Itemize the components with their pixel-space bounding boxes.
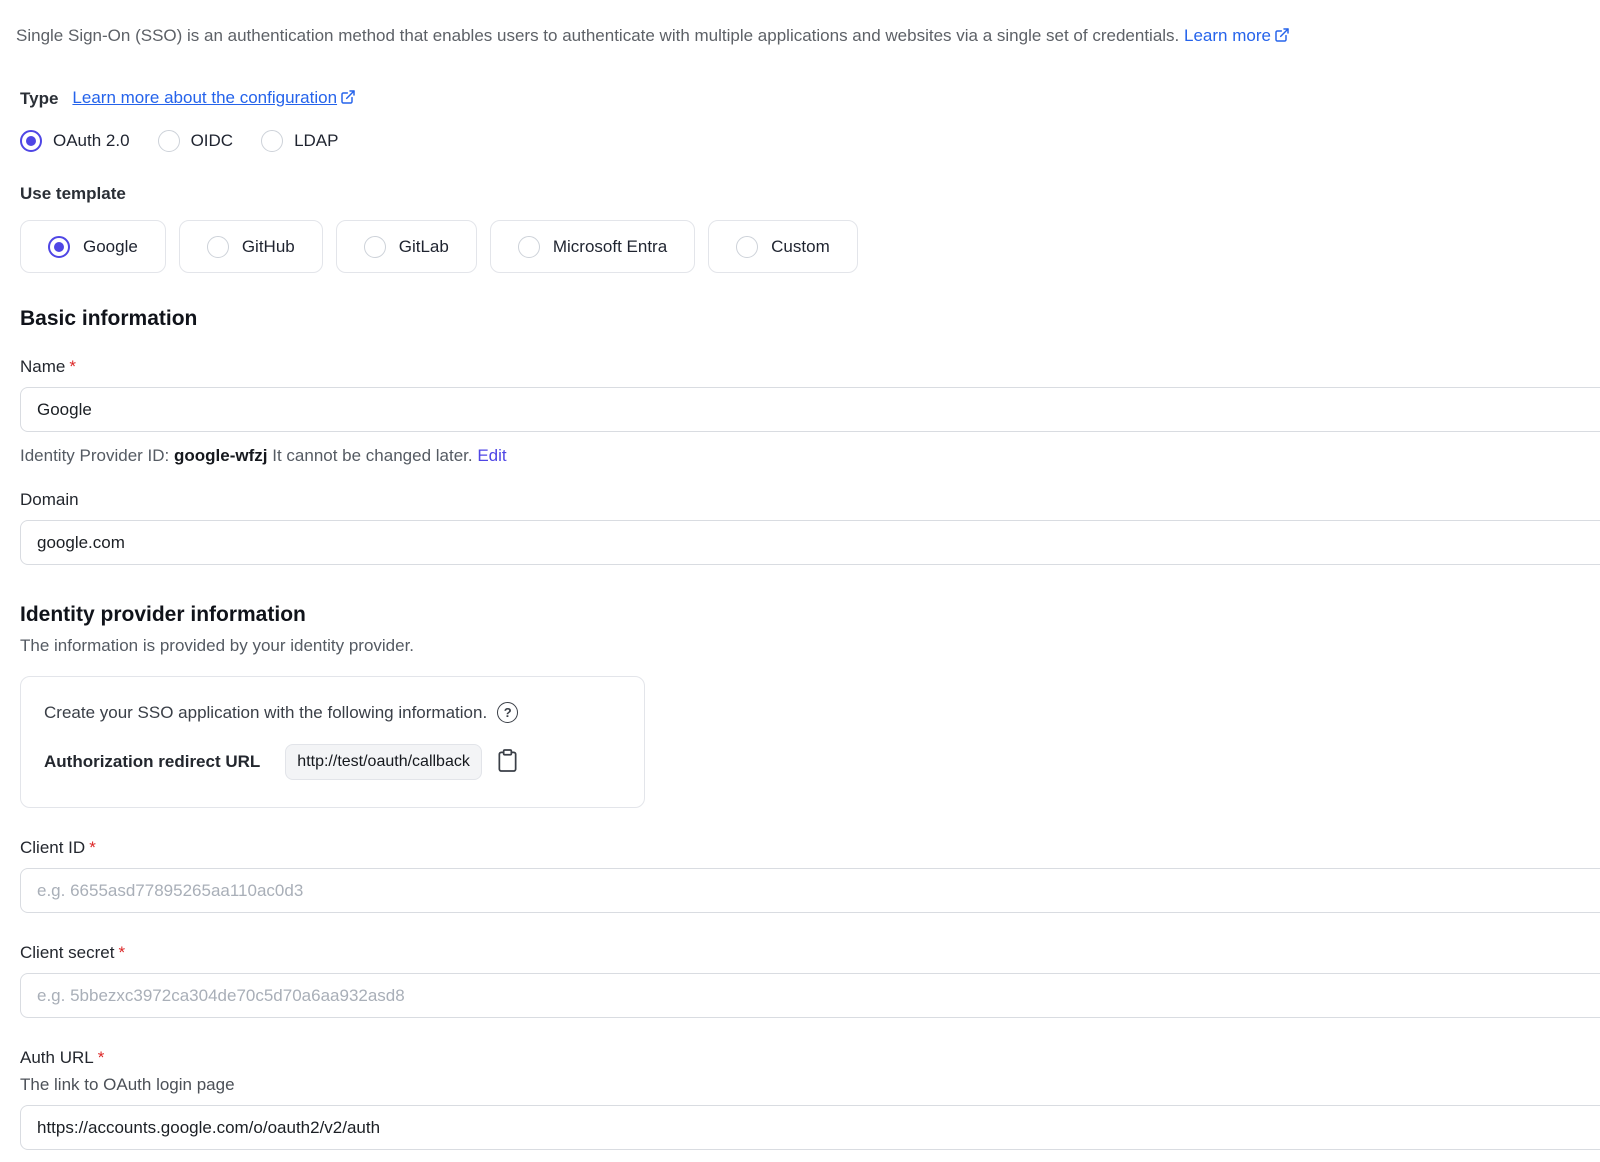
authorization-redirect-url-value: http://test/oauth/callback: [285, 744, 482, 780]
configuration-learn-more-link[interactable]: Learn more about the configuration: [72, 88, 337, 107]
copy-button[interactable]: [496, 749, 520, 775]
helper-card-instruction: Create your SSO application with the fol…: [44, 703, 487, 723]
idp-information-description: The information is provided by your iden…: [20, 636, 1600, 656]
type-section-header: Type Learn more about the configuration: [20, 88, 1600, 110]
template-card-github[interactable]: GitHub: [179, 220, 323, 273]
required-asterisk: *: [89, 838, 96, 857]
template-google-label: Google: [83, 237, 138, 257]
help-icon[interactable]: ?: [497, 702, 518, 723]
sso-helper-card: Create your SSO application with the fol…: [20, 676, 645, 808]
learn-more-link[interactable]: Learn more: [1184, 26, 1271, 45]
sso-description-text: Single Sign-On (SSO) is an authenticatio…: [16, 26, 1179, 45]
radio-unselected-icon[interactable]: [518, 236, 540, 258]
radio-unselected-icon[interactable]: [158, 130, 180, 152]
client-id-input[interactable]: [20, 868, 1600, 913]
radio-unselected-icon[interactable]: [261, 130, 283, 152]
basic-information-heading: Basic information: [20, 307, 1600, 331]
radio-unselected-icon[interactable]: [207, 236, 229, 258]
auth-url-helper-text: The link to OAuth login page: [20, 1075, 1600, 1095]
domain-input[interactable]: [20, 520, 1600, 565]
template-card-gitlab[interactable]: GitLab: [336, 220, 477, 273]
type-label: Type: [20, 89, 58, 109]
name-label: Name*: [20, 357, 1600, 377]
radio-oauth2[interactable]: OAuth 2.0: [20, 130, 130, 152]
idp-information-heading: Identity provider information: [20, 603, 1600, 627]
template-card-group: Google GitHub GitLab Microsoft Entra Cus…: [20, 220, 1600, 273]
identity-provider-id-note: Identity Provider ID: google-wfzj It can…: [20, 446, 1600, 466]
edit-provider-id-link[interactable]: Edit: [477, 446, 506, 465]
redirect-url-row: Authorization redirect URL http://test/o…: [44, 744, 621, 780]
template-github-label: GitHub: [242, 237, 295, 257]
sso-config-page: Single Sign-On (SSO) is an authenticatio…: [0, 0, 1600, 1162]
radio-oidc-label: OIDC: [191, 131, 234, 151]
template-card-google[interactable]: Google: [20, 220, 166, 273]
client-id-label: Client ID*: [20, 838, 1600, 858]
helper-card-instruction-row: Create your SSO application with the fol…: [44, 702, 621, 723]
required-asterisk: *: [98, 1048, 105, 1067]
radio-oauth2-label: OAuth 2.0: [53, 131, 130, 151]
sso-description: Single Sign-On (SSO) is an authenticatio…: [16, 24, 1600, 50]
authorization-redirect-url-label: Authorization redirect URL: [44, 752, 260, 772]
template-custom-label: Custom: [771, 237, 830, 257]
auth-url-label: Auth URL*: [20, 1048, 1600, 1068]
type-radio-group: OAuth 2.0 OIDC LDAP: [20, 130, 1600, 152]
use-template-label: Use template: [20, 184, 1600, 204]
radio-unselected-icon[interactable]: [736, 236, 758, 258]
external-link-icon: [340, 89, 356, 110]
required-asterisk: *: [118, 943, 125, 962]
required-asterisk: *: [69, 357, 76, 376]
radio-ldap-label: LDAP: [294, 131, 338, 151]
external-link-icon: [1274, 26, 1290, 50]
radio-selected-icon[interactable]: [20, 130, 42, 152]
client-secret-label: Client secret*: [20, 943, 1600, 963]
template-card-microsoft-entra[interactable]: Microsoft Entra: [490, 220, 695, 273]
client-secret-input[interactable]: [20, 973, 1600, 1018]
template-card-custom[interactable]: Custom: [708, 220, 858, 273]
domain-label: Domain: [20, 490, 1600, 510]
clipboard-icon: [496, 748, 519, 776]
radio-selected-icon[interactable]: [48, 236, 70, 258]
template-gitlab-label: GitLab: [399, 237, 449, 257]
template-microsoft-entra-label: Microsoft Entra: [553, 237, 667, 257]
auth-url-input[interactable]: [20, 1105, 1600, 1150]
radio-oidc[interactable]: OIDC: [158, 130, 234, 152]
radio-unselected-icon[interactable]: [364, 236, 386, 258]
name-input[interactable]: [20, 387, 1600, 432]
radio-ldap[interactable]: LDAP: [261, 130, 338, 152]
identity-provider-id-value: google-wfzj: [174, 446, 267, 465]
